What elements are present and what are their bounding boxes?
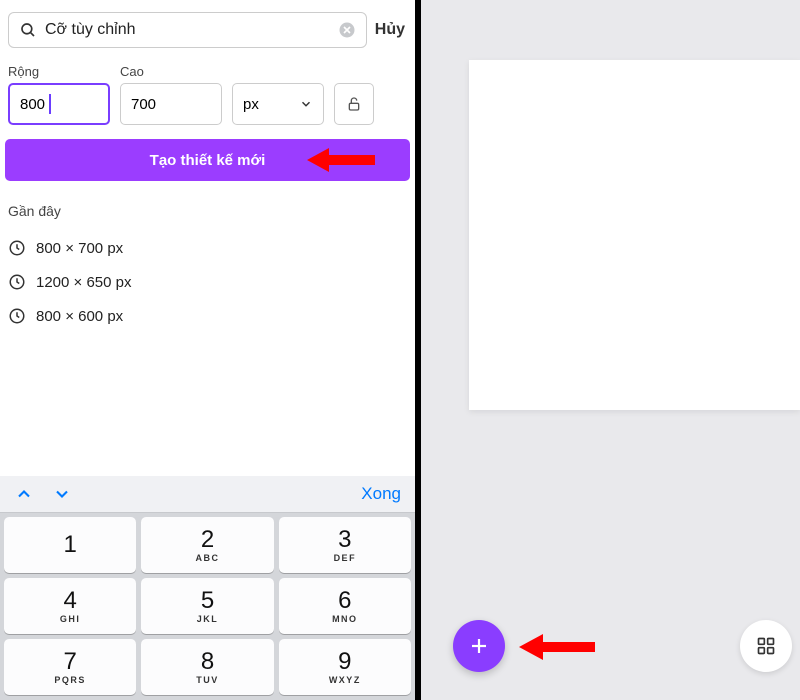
key-6[interactable]: 6MNO bbox=[279, 578, 411, 634]
key-5[interactable]: 5JKL bbox=[141, 578, 273, 634]
key-9[interactable]: 9WXYZ bbox=[279, 639, 411, 695]
search-icon bbox=[19, 21, 37, 39]
annotation-arrow-icon bbox=[307, 142, 377, 178]
recent-item-label: 800 × 700 px bbox=[36, 240, 123, 257]
search-row: Hủy bbox=[0, 0, 415, 56]
cancel-link[interactable]: Hủy bbox=[375, 21, 405, 39]
search-box[interactable] bbox=[8, 12, 367, 48]
key-7[interactable]: 7PQRS bbox=[4, 639, 136, 695]
custom-size-panel: Hủy Rộng Cao px Tạo thiết kế mới bbox=[0, 0, 415, 700]
plus-icon bbox=[467, 634, 491, 658]
key-8[interactable]: 8TUV bbox=[141, 639, 273, 695]
clock-icon bbox=[8, 239, 26, 257]
keyboard-toolbar: Xong bbox=[0, 476, 415, 513]
recent-section: Gần đây 800 × 700 px 1200 × 650 px 800 ×… bbox=[0, 181, 415, 333]
search-input[interactable] bbox=[45, 21, 330, 39]
keyboard-nav bbox=[14, 484, 72, 504]
recent-item-label: 800 × 600 px bbox=[36, 308, 123, 325]
unit-label: px bbox=[243, 96, 259, 113]
width-label: Rộng bbox=[8, 64, 110, 79]
height-input[interactable] bbox=[120, 83, 222, 125]
height-label: Cao bbox=[120, 64, 222, 79]
clock-icon bbox=[8, 273, 26, 291]
keyboard-done-button[interactable]: Xong bbox=[361, 484, 401, 504]
numeric-keyboard: Xong 1 2ABC 3DEF 4GHI 5JKL 6MNO 7PQRS 8T… bbox=[0, 476, 415, 700]
grid-icon bbox=[756, 636, 776, 656]
recent-item[interactable]: 800 × 600 px bbox=[8, 299, 407, 333]
key-3[interactable]: 3DEF bbox=[279, 517, 411, 573]
key-4[interactable]: 4GHI bbox=[4, 578, 136, 634]
unit-select[interactable]: px bbox=[232, 83, 324, 125]
lock-open-icon bbox=[346, 96, 362, 112]
chevron-up-icon[interactable] bbox=[14, 484, 34, 504]
recent-item-label: 1200 × 650 px bbox=[36, 274, 132, 291]
clear-icon[interactable] bbox=[338, 21, 356, 39]
text-cursor bbox=[49, 94, 51, 114]
dimension-labels: Rộng Cao bbox=[0, 56, 415, 83]
create-row: Tạo thiết kế mới bbox=[0, 125, 415, 181]
dimension-row: px bbox=[0, 83, 415, 125]
add-fab-button[interactable] bbox=[453, 620, 505, 672]
design-canvas[interactable] bbox=[469, 60, 800, 410]
annotation-arrow-icon bbox=[519, 629, 597, 665]
chevron-down-icon[interactable] bbox=[52, 484, 72, 504]
recent-item[interactable]: 1200 × 650 px bbox=[8, 265, 407, 299]
width-input[interactable] bbox=[8, 83, 110, 125]
lock-aspect-button[interactable] bbox=[334, 83, 374, 125]
clock-icon bbox=[8, 307, 26, 325]
key-2[interactable]: 2ABC bbox=[141, 517, 273, 573]
canvas-panel bbox=[421, 0, 800, 700]
keyboard-keys: 1 2ABC 3DEF 4GHI 5JKL 6MNO 7PQRS 8TUV 9W… bbox=[0, 513, 415, 695]
key-1[interactable]: 1 bbox=[4, 517, 136, 573]
create-button-label: Tạo thiết kế mới bbox=[150, 152, 266, 169]
grid-view-button[interactable] bbox=[740, 620, 792, 672]
chevron-down-icon bbox=[299, 97, 313, 111]
recent-item[interactable]: 800 × 700 px bbox=[8, 231, 407, 265]
recent-title: Gần đây bbox=[8, 203, 407, 219]
